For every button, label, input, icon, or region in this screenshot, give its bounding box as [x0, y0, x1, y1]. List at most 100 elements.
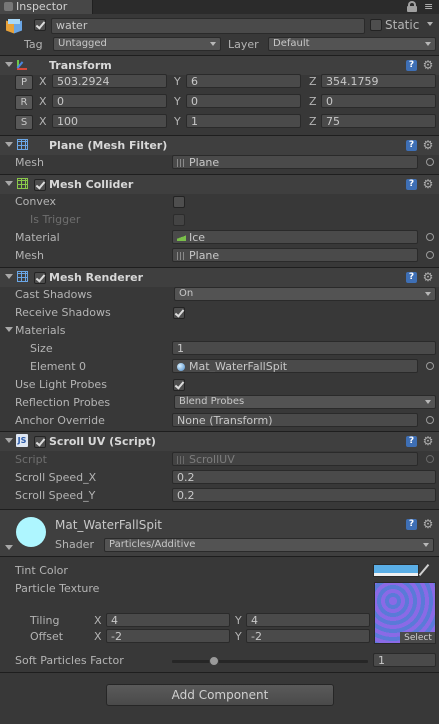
gear-icon[interactable]: ⚙: [422, 139, 434, 151]
layer-dropdown[interactable]: Default: [268, 37, 436, 51]
help-icon[interactable]: ?: [406, 140, 417, 151]
gear-icon[interactable]: ⚙: [422, 59, 434, 71]
materials-size-field[interactable]: 1: [172, 341, 436, 355]
scroll-speed-x-field[interactable]: 0.2: [172, 470, 436, 484]
active-checkbox[interactable]: [34, 19, 46, 31]
material-label: Material: [15, 231, 60, 244]
gear-icon[interactable]: ⚙: [422, 178, 434, 190]
scroll-uv-enabled-checkbox[interactable]: [34, 436, 46, 448]
material-name: Mat_WaterFallSpit: [55, 518, 162, 532]
mesh-collider-enabled-checkbox[interactable]: [34, 179, 46, 191]
panel-menu-icon[interactable]: ≡: [424, 1, 433, 12]
mesh-collider-icon: [17, 178, 28, 189]
scroll-uv-header[interactable]: JS Scroll UV (Script) ? ⚙: [0, 432, 439, 451]
mesh-collider-header[interactable]: Mesh Collider ? ⚙: [0, 175, 439, 194]
mesh-asset-icon: [177, 252, 185, 260]
anchor-override-field[interactable]: None (Transform): [172, 413, 418, 427]
mesh-filter-header[interactable]: Plane (Mesh Filter) ? ⚙: [0, 136, 439, 155]
shader-dropdown[interactable]: Particles/Additive: [104, 538, 434, 552]
scroll-uv-title: Scroll UV (Script): [49, 435, 156, 448]
fold-icon[interactable]: [5, 274, 13, 279]
offset-y-field[interactable]: -2: [246, 629, 370, 643]
fold-icon[interactable]: [5, 181, 13, 186]
layer-label: Layer: [228, 38, 259, 51]
gear-icon[interactable]: ⚙: [422, 271, 434, 283]
object-picker-icon: [426, 455, 434, 463]
scale-z-field[interactable]: 75: [321, 114, 436, 128]
add-component-button[interactable]: Add Component: [106, 684, 334, 706]
position-z-field[interactable]: 354.1759: [321, 74, 436, 88]
position-y-field[interactable]: 6: [186, 74, 301, 88]
gear-icon[interactable]: ⚙: [422, 518, 434, 530]
help-icon[interactable]: ?: [406, 436, 417, 447]
fold-icon[interactable]: [5, 62, 13, 67]
reflection-probes-label: Reflection Probes: [15, 396, 111, 409]
object-picker-icon[interactable]: [426, 416, 434, 424]
gear-icon[interactable]: ⚙: [422, 435, 434, 447]
size-label: Size: [30, 342, 53, 355]
scale-y-field[interactable]: 1: [186, 114, 301, 128]
help-icon[interactable]: ?: [406, 519, 417, 530]
object-picker-icon[interactable]: [426, 251, 434, 259]
tiling-x-field[interactable]: 4: [106, 613, 230, 627]
convex-checkbox[interactable]: [173, 196, 185, 208]
collider-mesh-value: Plane: [189, 249, 220, 262]
element-0-field[interactable]: Mat_WaterFallSpit: [172, 359, 418, 373]
position-button[interactable]: P: [15, 75, 33, 90]
mesh-renderer-icon: [17, 271, 28, 282]
soft-particles-label: Soft Particles Factor: [15, 654, 124, 667]
offset-label: Offset: [30, 630, 64, 643]
rotation-button[interactable]: R: [15, 95, 33, 110]
cast-shadows-dropdown[interactable]: On: [174, 287, 436, 301]
tiling-y-field[interactable]: 4: [246, 613, 370, 627]
gameobject-icon: [4, 18, 24, 38]
rotation-x-field[interactable]: 0: [52, 94, 167, 108]
object-picker-icon[interactable]: [426, 362, 434, 370]
tab-inspector[interactable]: Inspector: [0, 0, 93, 14]
scale-button[interactable]: S: [15, 115, 33, 130]
mesh-renderer-header[interactable]: Mesh Renderer ? ⚙: [0, 268, 439, 287]
material-fold-icon[interactable]: [5, 545, 13, 550]
reflection-probes-dropdown[interactable]: Blend Probes: [174, 395, 436, 409]
rotation-z-field[interactable]: 0: [321, 94, 436, 108]
transform-header[interactable]: Transform ? ⚙: [0, 56, 439, 75]
tag-dropdown[interactable]: Untagged: [53, 37, 221, 51]
fold-icon[interactable]: [5, 142, 13, 147]
tint-color-swatch[interactable]: [373, 564, 419, 577]
eyedropper-icon[interactable]: [418, 563, 430, 577]
static-dropdown-icon[interactable]: [427, 22, 433, 26]
help-icon[interactable]: ?: [406, 60, 417, 71]
soft-particles-field[interactable]: 1: [373, 653, 436, 667]
script-value: ScrollUV: [189, 453, 235, 466]
is-trigger-checkbox: [173, 214, 185, 226]
position-x-field[interactable]: 503.2924: [52, 74, 167, 88]
texture-select-button[interactable]: Select: [400, 632, 435, 643]
axis-x-label: X: [39, 95, 47, 108]
materials-fold-icon[interactable]: [5, 327, 13, 332]
object-name-field[interactable]: water: [51, 18, 365, 34]
offset-x-field[interactable]: -2: [106, 629, 230, 643]
static-checkbox[interactable]: [370, 19, 382, 31]
rotation-y-field[interactable]: 0: [186, 94, 301, 108]
soft-particles-slider-thumb[interactable]: [209, 656, 220, 666]
soft-particles-slider-track[interactable]: [172, 660, 368, 663]
scale-x-field[interactable]: 100: [52, 114, 167, 128]
object-picker-icon[interactable]: [426, 233, 434, 241]
use-light-probes-checkbox[interactable]: [173, 379, 185, 391]
collider-mesh-field[interactable]: Plane: [172, 248, 418, 262]
material-header[interactable]: Mat_WaterFallSpit Shader Particles/Addit…: [0, 510, 439, 556]
mesh-renderer-enabled-checkbox[interactable]: [34, 272, 46, 284]
physic-material-field[interactable]: Ice: [172, 230, 418, 244]
object-picker-icon[interactable]: [426, 158, 434, 166]
help-icon[interactable]: ?: [406, 179, 417, 190]
receive-shadows-checkbox[interactable]: [173, 307, 185, 319]
collider-mesh-label: Mesh: [15, 249, 44, 262]
fold-icon[interactable]: [5, 438, 13, 443]
axis-y-label: Y: [235, 630, 242, 643]
add-component-label: Add Component: [171, 688, 269, 702]
help-icon[interactable]: ?: [406, 272, 417, 283]
scroll-speed-y-field[interactable]: 0.2: [172, 488, 436, 502]
particle-texture-slot[interactable]: Select: [374, 582, 436, 644]
divider: [0, 556, 439, 557]
mesh-field[interactable]: Plane: [172, 155, 418, 169]
